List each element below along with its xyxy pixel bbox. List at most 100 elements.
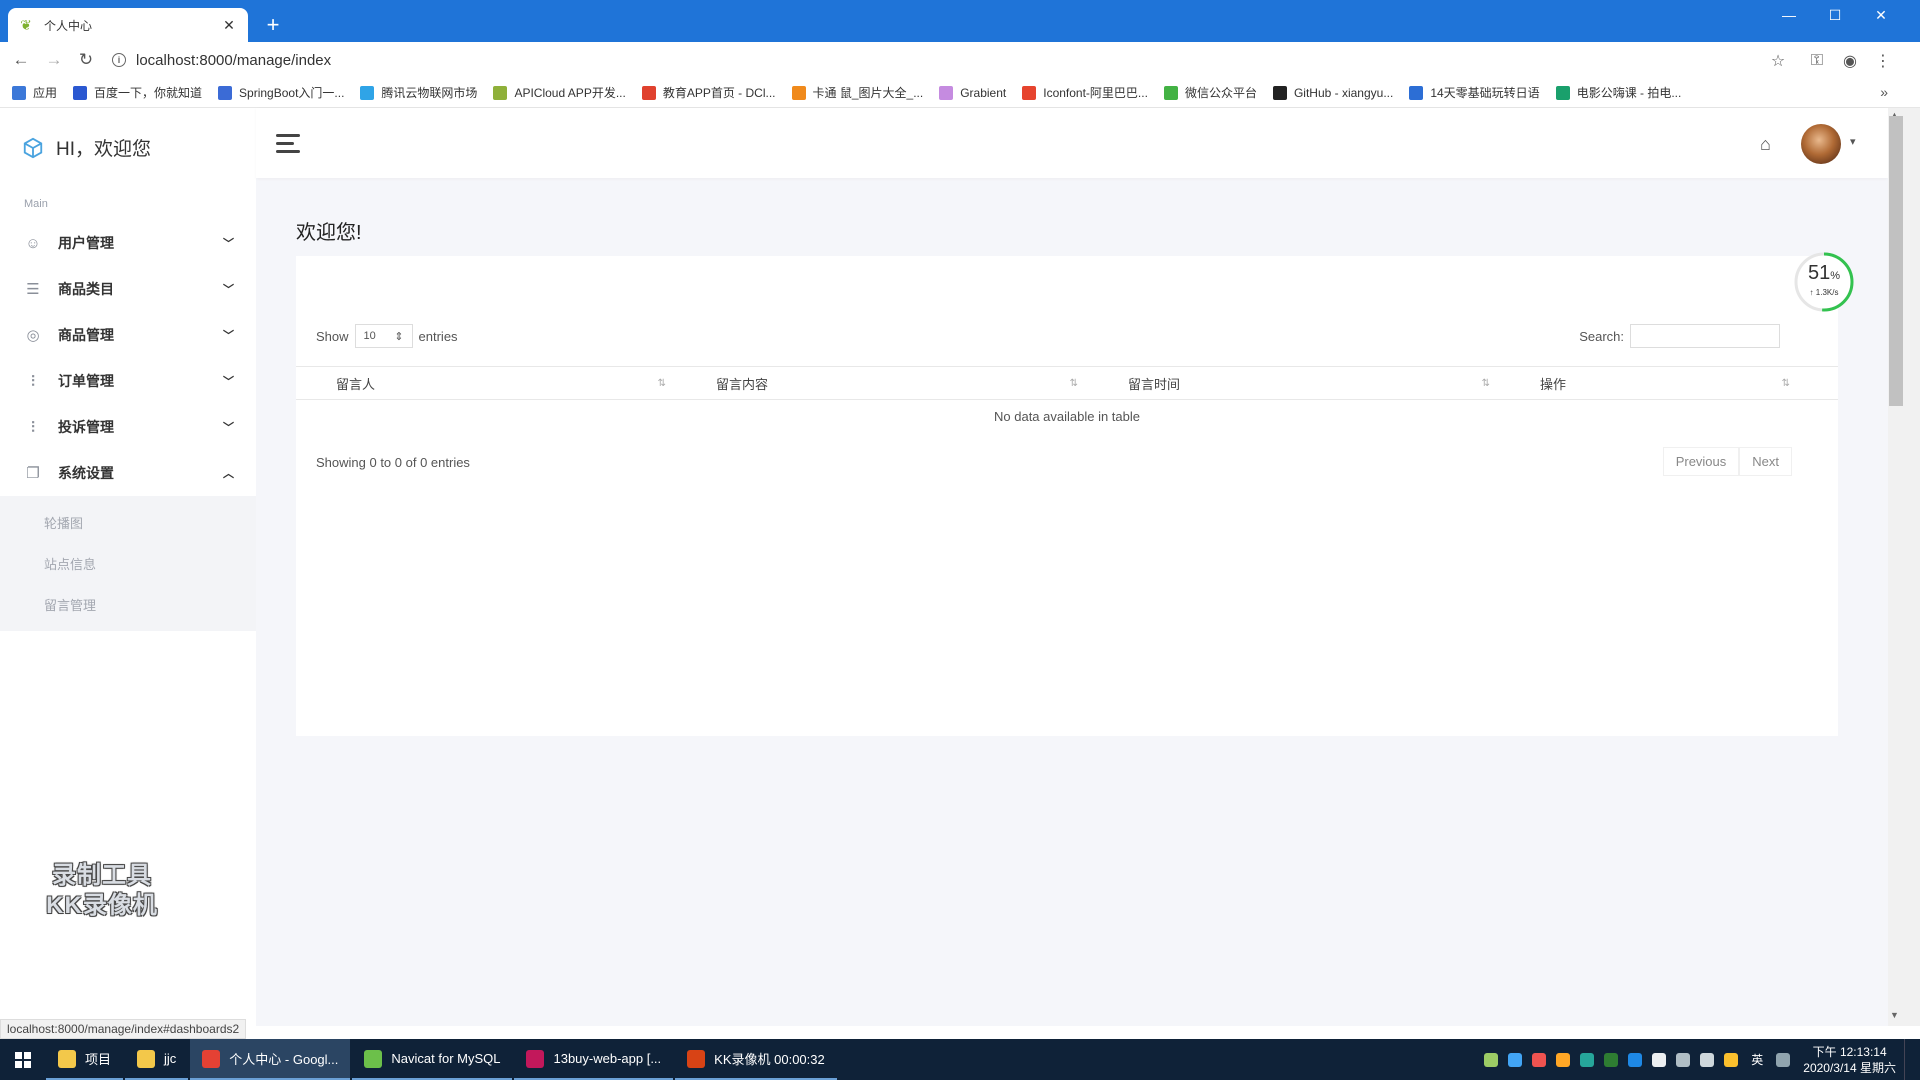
scrollbar-thumb[interactable] <box>1889 116 1903 406</box>
link-status-bubble: localhost:8000/manage/index#dashboards2 <box>0 1019 247 1039</box>
submenu-item[interactable]: 站点信息 <box>0 543 256 584</box>
keyboard-icon[interactable] <box>1776 1052 1791 1067</box>
hamburger-menu-icon[interactable] <box>276 134 300 154</box>
sidebar-item[interactable]: ⫶ 投诉管理 ﹀ <box>0 404 256 450</box>
bookmark-item[interactable]: 14天零基础玩转日语 <box>1409 84 1540 101</box>
column-label: 留言时间 <box>1128 376 1181 392</box>
tray-app-icon[interactable] <box>1604 1052 1619 1067</box>
select-arrows-icon: ⇕ <box>394 330 404 343</box>
taskbar-app[interactable]: 个人中心 - Googl... <box>190 1039 351 1080</box>
previous-page-button[interactable]: Previous <box>1662 447 1740 476</box>
site-info-icon[interactable]: i <box>112 53 126 67</box>
taskbar-app[interactable]: 项目 <box>46 1039 124 1080</box>
tray-app-icon[interactable] <box>1724 1052 1739 1067</box>
reload-icon[interactable]: ↻ <box>74 48 98 72</box>
bluetooth-icon[interactable] <box>1628 1052 1643 1067</box>
profile-icon[interactable]: ◉ <box>1839 50 1861 72</box>
tray-app-icon[interactable] <box>1508 1052 1523 1067</box>
brand[interactable]: HI，欢迎您 <box>22 134 151 161</box>
sidebar-item-label: 投诉管理 <box>58 419 114 435</box>
bookmark-favicon-icon <box>360 85 375 100</box>
page-scrollbar[interactable]: ▲ ▼ <box>1888 108 1920 1026</box>
bookmark-item[interactable]: 腾讯云物联网市场 <box>360 84 477 101</box>
sidebar-item[interactable]: ⫶ 订单管理 ﹀ <box>0 358 256 404</box>
column-header-author[interactable]: 留言人 ⇅ <box>296 367 676 399</box>
bookmark-label: 百度一下，你就知道 <box>94 86 203 100</box>
column-header-content[interactable]: 留言内容 ⇅ <box>676 367 1088 399</box>
sidebar-item[interactable]: ◎ 商品管理 ﹀ <box>0 312 256 358</box>
bookmark-item[interactable]: 微信公众平台 <box>1163 84 1257 101</box>
network-gauge[interactable]: 51% ↑ 1.3K/s <box>1792 250 1856 314</box>
bookmark-item[interactable]: APICloud APP开发... <box>493 84 626 101</box>
back-arrow-icon[interactable]: ← <box>9 48 33 72</box>
taskbar-app[interactable]: KK录像机 00:00:32 <box>675 1039 837 1080</box>
empty-table-message: No data available in table <box>994 409 1140 424</box>
volume-icon[interactable] <box>1700 1052 1715 1067</box>
app-icon <box>687 1049 706 1068</box>
submenu-item[interactable]: 留言管理 <box>0 584 256 625</box>
chevron-up-icon: ︿ <box>223 468 234 480</box>
minimize-window-button[interactable]: — <box>1766 0 1812 30</box>
sidebar-item[interactable]: ❐ 系统设置 ︿ <box>0 450 256 496</box>
bookmark-item[interactable]: GitHub - xiangyu... <box>1272 85 1393 100</box>
sidebar: HI，欢迎您 Main ☺ 用户管理 ﹀ ☰ 商品类目 ﹀ ◎ 商品管理 ﹀ ⫶ 订单管理 ﹀ ⫶ 投诉管… <box>0 108 256 1026</box>
bookmark-item[interactable]: 教育APP首页 - DCl... <box>641 84 776 101</box>
close-tab-icon[interactable]: ✕ <box>220 17 238 34</box>
tab-title: 个人中心 <box>44 18 93 33</box>
column-header-time[interactable]: 留言时间 ⇅ <box>1088 367 1500 399</box>
sidebar-item[interactable]: ☺ 用户管理 ﹀ <box>0 220 256 266</box>
menu-dots-icon[interactable]: ⋮ <box>1872 50 1894 72</box>
tray-app-icon[interactable] <box>1580 1052 1595 1067</box>
scroll-down-icon[interactable]: ▼ <box>1890 1010 1899 1020</box>
submenu-item[interactable]: 轮播图 <box>0 502 256 543</box>
taskbar-app[interactable]: Navicat for MySQL <box>352 1039 513 1080</box>
close-window-button[interactable]: ✕ <box>1858 0 1904 30</box>
taskbar-app[interactable]: 13buy-web-app [... <box>514 1039 674 1080</box>
avatar[interactable] <box>1801 124 1841 164</box>
key-icon[interactable]: ⚿ <box>1806 50 1828 72</box>
bookmark-item[interactable]: 应用 <box>12 84 57 101</box>
bookmark-label: 微信公众平台 <box>1184 86 1257 100</box>
maximize-window-button[interactable]: ☐ <box>1812 0 1858 30</box>
windows-start-icon[interactable] <box>0 1039 46 1080</box>
tray-app-icon[interactable] <box>1532 1052 1547 1067</box>
next-page-button[interactable]: Next <box>1739 447 1792 476</box>
show-desktop-button[interactable] <box>1904 1039 1910 1080</box>
bookmark-item[interactable]: 电影公嗨课 - 拍电... <box>1555 84 1681 101</box>
page-size-select[interactable]: 10 ⇕ <box>354 324 413 348</box>
sort-icon: ⇅ <box>1481 377 1490 389</box>
address-bar[interactable]: i localhost:8000/manage/index <box>112 46 1772 74</box>
bookmark-favicon-icon <box>1409 85 1424 100</box>
sidebar-submenu: 轮播图 站点信息 留言管理 <box>0 496 256 631</box>
tray-app-icon[interactable] <box>1484 1052 1499 1067</box>
browser-tab-active[interactable]: ❦ 个人中心 ✕ <box>8 8 248 42</box>
clock[interactable]: 下午 12:13:14 2020/3/14 星期六 <box>1803 1044 1896 1076</box>
bookmark-item[interactable]: SpringBoot入门一... <box>218 84 344 101</box>
more-bookmarks-icon[interactable]: » <box>1880 84 1888 100</box>
column-header-actions[interactable]: 操作 ⇅ <box>1500 367 1800 399</box>
chevron-down-icon[interactable]: ▾ <box>1850 135 1856 148</box>
bookmark-item[interactable]: Iconfont-阿里巴巴... <box>1022 84 1148 101</box>
bookmark-item[interactable]: 百度一下，你就知道 <box>73 84 202 101</box>
bookmark-item[interactable]: Grabient <box>939 85 1006 100</box>
network-icon[interactable] <box>1676 1052 1691 1067</box>
taskbar-app[interactable]: jjc <box>125 1039 189 1080</box>
tray-app-icon[interactable] <box>1556 1052 1571 1067</box>
app-icon <box>58 1049 76 1068</box>
sidebar-item-label: 用户管理 <box>58 235 114 251</box>
forward-arrow-icon[interactable]: → <box>42 48 66 72</box>
ime-indicator[interactable]: 英 <box>1751 1051 1763 1068</box>
recorder-watermark: 录制工具 KK录像机 <box>32 861 172 921</box>
bookmark-favicon-icon <box>493 85 508 100</box>
bookmark-item[interactable]: 卡通 鼠_图片大全_... <box>791 84 923 101</box>
sidebar-item[interactable]: ☰ 商品类目 ﹀ <box>0 266 256 312</box>
app-icon <box>364 1049 383 1068</box>
app-icon <box>137 1049 156 1068</box>
battery-icon[interactable] <box>1652 1052 1667 1067</box>
top-navbar: ⌂ ▾ <box>256 108 1888 178</box>
bookmark-star-icon[interactable]: ☆ <box>1767 50 1789 72</box>
home-icon[interactable]: ⌂ <box>1760 134 1771 155</box>
search-input[interactable] <box>1630 324 1780 348</box>
menu-section-label: Main <box>24 198 48 210</box>
new-tab-button[interactable]: + <box>260 12 286 38</box>
